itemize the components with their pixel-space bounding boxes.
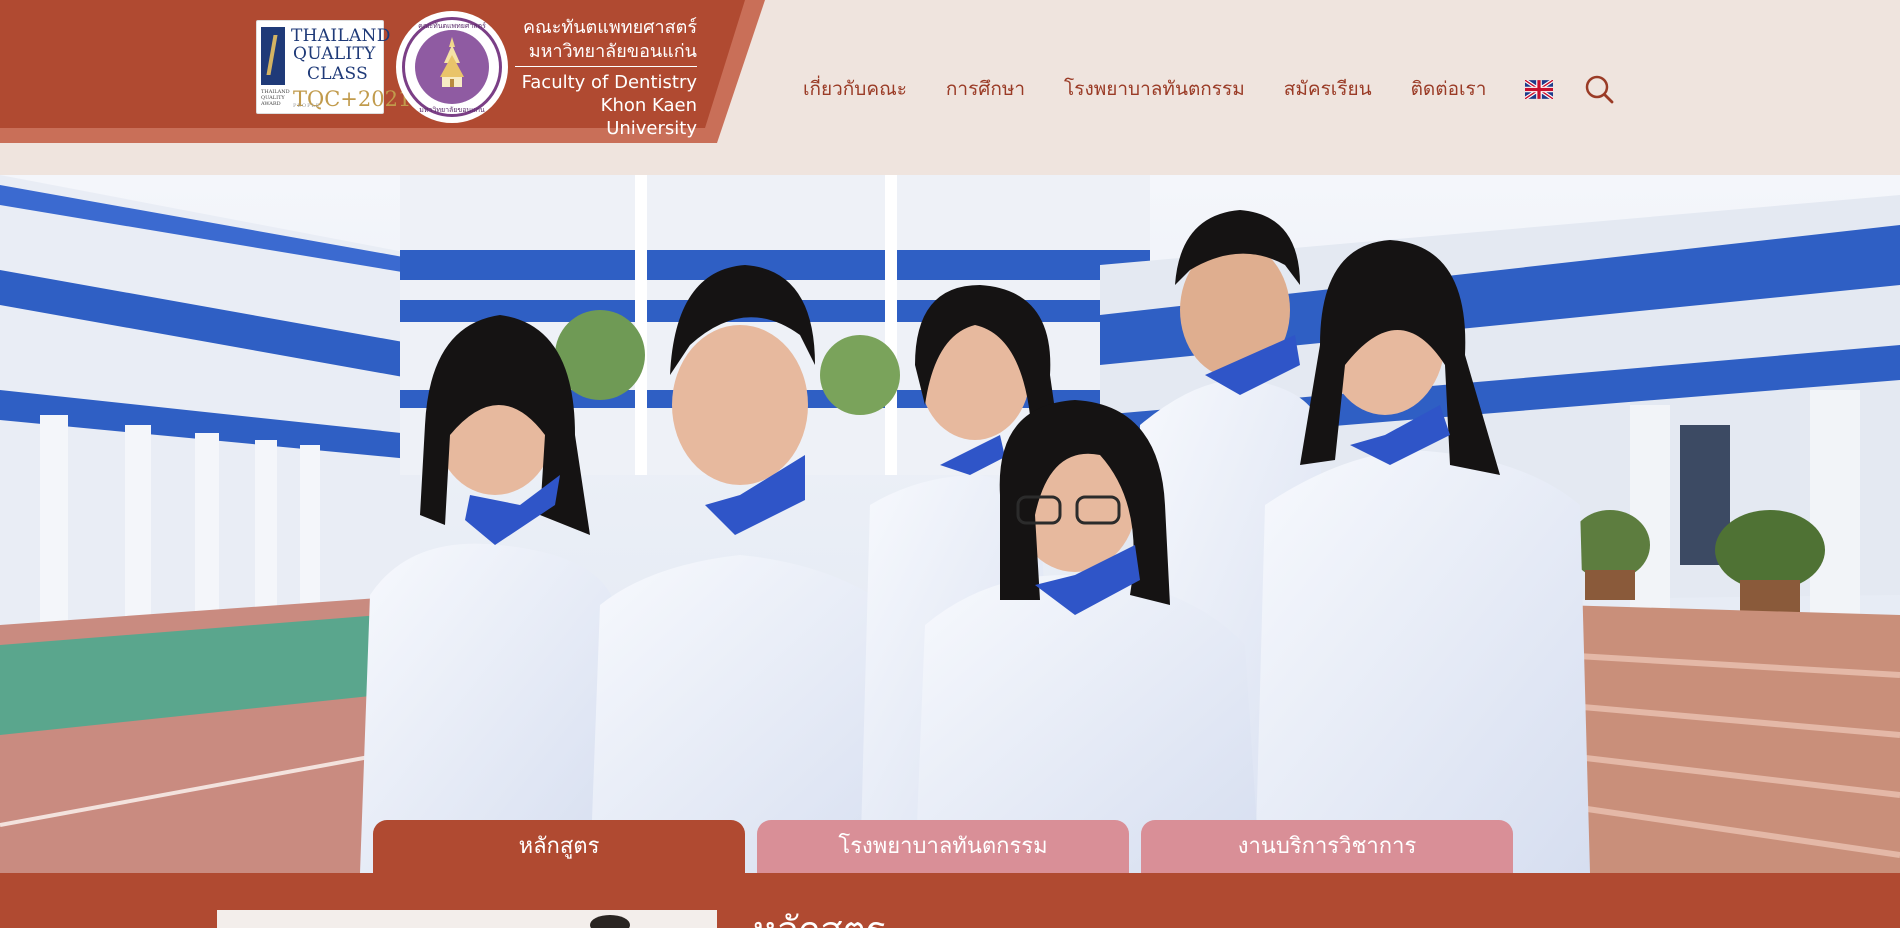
quality-award-sub: PEOPLE [293, 103, 321, 109]
faculty-seal-logo[interactable]: คณะทันตแพทยศาสตร์ มหาวิทยาลัยขอนแก่น [396, 11, 508, 123]
quality-award-emblem-icon [261, 27, 285, 85]
section-thumbnail-image[interactable] [217, 910, 717, 928]
nav-item-dental-hospital[interactable]: โรงพยาบาลทันตกรรม [1064, 74, 1245, 104]
hero-tabs: หลักสูตร โรงพยาบาลทันตกรรม งานบริการวิชา… [0, 820, 1900, 873]
temple-icon [440, 37, 464, 87]
nav-item-contact[interactable]: ติดต่อเรา [1411, 74, 1487, 104]
quality-award-line3: CLASS [307, 64, 369, 84]
quality-award-logo: THAILAND QUALITY CLASS THAILAND QUALITY … [256, 20, 411, 114]
search-icon[interactable] [1584, 74, 1614, 104]
nav-item-admission[interactable]: สมัครเรียน [1284, 74, 1372, 104]
hero-photo [0, 175, 1900, 873]
seal-bottom-text: มหาวิทยาลัยขอนแก่น [419, 106, 485, 114]
tab-academic-services[interactable]: งานบริการวิชาการ [1141, 820, 1513, 873]
faculty-name-english-line1: Faculty of Dentistry [521, 72, 697, 93]
content-section: หลักสูตร [0, 873, 1900, 928]
faculty-name-english-line2: Khon Kaen University [600, 95, 697, 139]
site-header: THAILAND QUALITY CLASS THAILAND QUALITY … [0, 0, 1900, 175]
main-nav: เกี่ยวกับคณะ การศึกษา โรงพยาบาลทันตกรรม … [803, 74, 1614, 104]
faculty-name-thai-line1: คณะทันตแพทยศาสตร์ [522, 17, 697, 38]
nav-item-education[interactable]: การศึกษา [946, 74, 1025, 104]
quality-award-line2: QUALITY [293, 44, 376, 64]
quality-award-small-text: THAILAND QUALITY AWARD [261, 89, 290, 107]
faculty-name-thai-line2: มหาวิทยาลัยขอนแก่น [515, 40, 697, 67]
faculty-name[interactable]: คณะทันตแพทยศาสตร์ มหาวิทยาลัยขอนแก่น Fac… [515, 16, 697, 140]
section-title: หลักสูตร [753, 909, 885, 928]
nav-item-about[interactable]: เกี่ยวกับคณะ [803, 74, 907, 104]
quality-award-line1: THAILAND [291, 26, 391, 46]
uk-flag-icon[interactable] [1525, 79, 1554, 99]
thumbnail-photo-detail [590, 915, 630, 928]
tab-dental-hospital[interactable]: โรงพยาบาลทันตกรรม [757, 820, 1129, 873]
hero-banner [0, 175, 1900, 873]
tab-curriculum[interactable]: หลักสูตร [373, 820, 745, 873]
